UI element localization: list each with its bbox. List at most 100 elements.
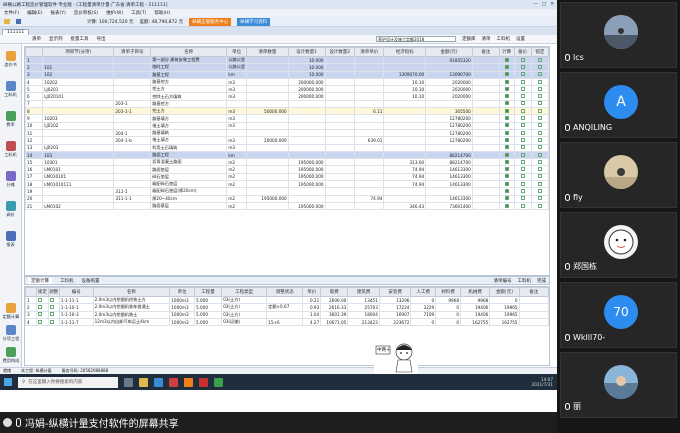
- cell-calc[interactable]: [498, 143, 515, 152]
- quota-cell[interactable]: 10671.05: [320, 317, 349, 327]
- quota-cell[interactable]: 7109: [410, 310, 437, 319]
- quota-cell[interactable]: [36, 295, 49, 305]
- quota-cell[interactable]: 18004: [347, 310, 380, 319]
- cell-name[interactable]: 路基挖方: [150, 99, 228, 109]
- checkbox[interactable]: [38, 312, 43, 317]
- cell-lock[interactable]: [530, 143, 549, 152]
- cell-qty[interactable]: [245, 128, 289, 138]
- cell-unit[interactable]: m3: [226, 121, 247, 130]
- sub-tool-columns[interactable]: 显示列: [49, 36, 63, 42]
- cell-backup[interactable]: [513, 63, 532, 72]
- quota-cell[interactable]: [47, 295, 60, 305]
- checkbox[interactable]: [38, 304, 43, 309]
- cell-code[interactable]: [42, 194, 115, 203]
- quota-cell[interactable]: 0: [435, 303, 461, 312]
- checkbox[interactable]: [537, 159, 542, 164]
- quota-cell[interactable]: 0: [435, 317, 461, 327]
- cell-qty[interactable]: [245, 165, 289, 174]
- cell-unit[interactable]: m2: [226, 194, 247, 203]
- cell-amount[interactable]: [425, 63, 473, 72]
- cell-remark[interactable]: [471, 121, 500, 130]
- cell-amount[interactable]: 14613300: [425, 165, 473, 174]
- quota-cell[interactable]: 03(土方): [221, 295, 268, 305]
- checkbox[interactable]: [537, 181, 542, 186]
- cell-lock[interactable]: [530, 180, 549, 189]
- nav-item-split[interactable]: 分摊: [0, 164, 21, 194]
- checkbox[interactable]: [504, 108, 509, 113]
- cell-no[interactable]: 21: [25, 201, 44, 211]
- cell-code[interactable]: LM0101: [42, 165, 115, 174]
- cell-price[interactable]: [353, 92, 385, 101]
- checkbox[interactable]: [520, 145, 525, 150]
- cell-idx[interactable]: [383, 150, 427, 160]
- cell-d2[interactable]: [324, 201, 355, 211]
- checkbox[interactable]: [520, 167, 525, 172]
- checkbox[interactable]: [504, 86, 509, 91]
- cell-backup[interactable]: [513, 114, 532, 123]
- cell-code[interactable]: LM0102: [42, 201, 115, 211]
- cell-amount[interactable]: 12780200: [425, 114, 473, 123]
- cell-idx[interactable]: [383, 99, 427, 109]
- quota-cell[interactable]: 5.000: [194, 310, 223, 319]
- cell-remark[interactable]: [471, 194, 500, 203]
- cell-lock[interactable]: [530, 107, 549, 116]
- cell-no[interactable]: 19: [25, 187, 44, 196]
- cell-code[interactable]: LJ0201: [42, 85, 115, 94]
- cell-unit[interactable]: m3: [226, 136, 247, 145]
- cell-code[interactable]: [42, 107, 115, 116]
- checkbox[interactable]: [537, 94, 542, 99]
- checkbox[interactable]: [504, 64, 509, 69]
- table-row[interactable]: 7 203-1 路基挖方: [25, 99, 549, 109]
- menu-edit[interactable]: 编辑(E): [27, 10, 42, 16]
- participant-tile[interactable]: 70 Wklll70-: [560, 282, 677, 348]
- cell-qty[interactable]: [245, 150, 289, 160]
- cell-remark[interactable]: [471, 136, 500, 145]
- quota-cell[interactable]: 3: [25, 310, 38, 319]
- cell-d2[interactable]: [324, 55, 355, 65]
- maximize-icon[interactable]: □: [542, 2, 546, 7]
- cell-name[interactable]: 路基工程: [150, 70, 228, 79]
- table-row[interactable]: 18 LM01010111 级配碎石垫层 m2 195000.000 74.94 14613…: [25, 180, 549, 189]
- cell-idx[interactable]: [383, 187, 427, 196]
- cell-remark[interactable]: [471, 172, 500, 182]
- cell-no[interactable]: 3: [25, 70, 44, 79]
- cell-remark[interactable]: [471, 143, 500, 152]
- checkbox[interactable]: [520, 64, 525, 69]
- table-row[interactable]: 3 102 路基工程 km 10.000 1309070.00 13090700: [25, 70, 549, 79]
- checkbox[interactable]: [49, 297, 54, 302]
- cell-calc[interactable]: [498, 107, 515, 116]
- cell-d1[interactable]: [287, 107, 326, 116]
- cell-amount[interactable]: 12780200: [425, 128, 473, 138]
- checkbox[interactable]: [537, 152, 542, 157]
- cell-idx[interactable]: [383, 136, 427, 145]
- quota-cell[interactable]: 19965: [489, 303, 520, 312]
- nav-item-adjust[interactable]: 调价: [0, 194, 21, 224]
- save-icon[interactable]: [16, 19, 21, 24]
- quota-cell[interactable]: 25703: [347, 303, 380, 312]
- quota-cell[interactable]: 1-1-11-1: [58, 295, 94, 305]
- cell-qty[interactable]: [245, 143, 289, 152]
- table-row[interactable]: 2 101 临时工程 公路公里 10.000: [25, 63, 549, 72]
- cell-d1[interactable]: 10.000: [287, 63, 326, 72]
- quota-cell[interactable]: 0: [435, 310, 461, 319]
- minimize-icon[interactable]: —: [533, 2, 538, 7]
- app-icon-orange[interactable]: [184, 377, 193, 387]
- cell-d1[interactable]: [287, 136, 326, 145]
- cell-d2[interactable]: [324, 121, 355, 130]
- cell-d1[interactable]: [287, 128, 326, 138]
- cell-item[interactable]: [113, 172, 152, 182]
- quota-cell[interactable]: 17224: [378, 303, 412, 312]
- cell-item[interactable]: [113, 165, 152, 174]
- cell-code[interactable]: [42, 128, 115, 138]
- cell-code[interactable]: 103: [42, 150, 115, 160]
- cell-no[interactable]: 6: [25, 92, 44, 101]
- cell-d2[interactable]: [324, 180, 355, 189]
- nav-item-cost-book[interactable]: 造价书: [0, 44, 21, 74]
- quota-cell[interactable]: 1: [25, 295, 38, 305]
- nav-item-rate[interactable]: 费率: [0, 104, 21, 134]
- quota-cell[interactable]: 3229: [410, 303, 437, 312]
- browser-icon[interactable]: [154, 377, 163, 387]
- cell-remark[interactable]: [471, 150, 500, 160]
- cell-unit[interactable]: [226, 128, 247, 138]
- cell-price[interactable]: [353, 158, 385, 167]
